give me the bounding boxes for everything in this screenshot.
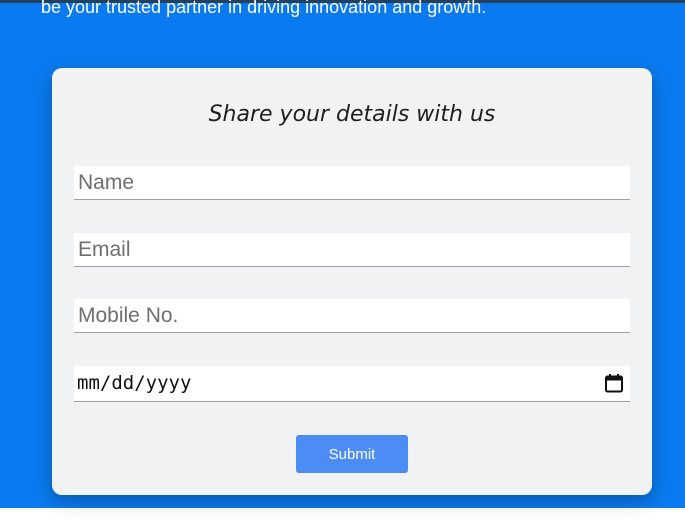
submit-button[interactable]: Submit [296,435,408,473]
email-input[interactable] [74,233,630,267]
calendar-icon[interactable] [604,373,624,393]
mobile-input[interactable] [74,299,630,333]
hero-text: be your trusted partner in driving innov… [41,0,487,17]
contact-form-card: Share your details with us mm/dd/yyyy Su… [52,68,652,495]
name-input[interactable] [74,166,630,200]
form-title: Share your details with us [208,102,496,127]
date-input[interactable]: mm/dd/yyyy [74,366,630,402]
date-placeholder: mm/dd/yyyy [77,372,192,394]
